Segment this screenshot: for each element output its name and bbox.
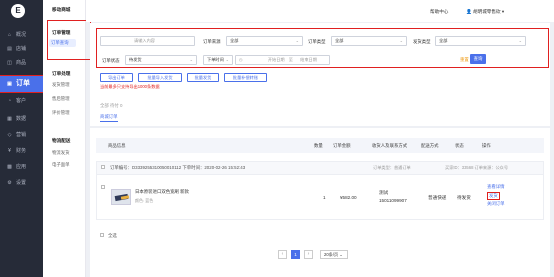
orders-table: 商品信息 数量 订单金额 收货人及联系方式 配送方式 状态 操作 订单编号：D3… [90,128,550,277]
sidebar-item-finance[interactable]: ¥ 财务 [0,144,43,158]
tab-mall-orders[interactable]: 商城订单 [100,114,118,122]
highlight-subnav [47,20,91,60]
main-sidebar: E ⌂ 概况 ▤ 店铺 ◫ 商品 ▣ 订单 ◔ 客户 ▦ 数据 ◇ 营销 ¥ 财务 ▩ 应用 ⚙ 设… [0,0,44,277]
highlight-filter [96,28,549,68]
order-icon: ▣ [7,81,12,87]
order-type: 订单类型：普通订单 [373,165,411,170]
bulk-ship-button[interactable]: 批量发货 [187,73,219,82]
ship-link[interactable]: 发货 [487,192,500,200]
select-all-label: 全选 [108,233,117,238]
col-receiver: 收货人及联系方式 [372,143,408,148]
col-product: 商品信息 [108,143,126,148]
row-checkbox[interactable] [101,185,105,189]
batch-settle-button[interactable]: 批量补偿转账 [224,73,267,82]
sidebar-item-settings[interactable]: ⚙ 设置 [0,176,43,190]
apps-icon: ▩ [7,164,12,170]
user-icon: 👤 [466,9,472,14]
view-detail-link[interactable]: 查看详情 [487,184,505,190]
export-limit-note: 当前最多只支持导出1000条数据 [100,84,160,89]
col-amount: 订单金额 [333,143,351,148]
user-icon: ◔ [7,98,12,104]
sidebar-item-customers[interactable]: ◔ 客户 [0,94,43,108]
order-header-row: 订单编号：D3339255310050010112 下单时间：2020-02-2… [96,161,544,175]
amount-value: ¥582.00 [340,195,357,200]
subnav-item-review[interactable]: 评价管理 [52,110,70,116]
receiver-phone: 15011099907 [379,198,407,203]
top-bar: 帮助中心 👤 胡明城零售砍 ▾ [86,0,554,22]
gear-icon: ⚙ [7,180,12,186]
user-menu[interactable]: 👤 胡明城零售砍 ▾ [466,9,504,15]
page-1-button[interactable]: 1 [291,250,300,259]
order-status: 待发货 [457,195,471,200]
select-all-checkbox[interactable] [100,233,104,237]
store-icon: ▤ [7,46,12,52]
chevron-down-icon: ⌄ [339,252,343,257]
app-logo[interactable]: E [11,4,25,18]
qty-value: 1 [323,195,326,200]
chevron-down-icon: ▾ [501,9,505,14]
sidebar-item-store[interactable]: ▤ 店铺 [0,42,43,56]
product-spec: 颜色: 蓝色 [135,198,154,203]
home-icon: ⌂ [7,32,12,38]
chart-icon: ▦ [7,116,12,122]
export-orders-button[interactable]: 导出订单 [100,73,133,82]
page-size-select[interactable]: 20条/页 ⌄ [320,250,348,259]
order-checkbox[interactable] [101,165,105,169]
close-order-link[interactable]: 关闭订单 [487,201,505,207]
order-category-tabs[interactable]: 全部 待付 0 [100,103,122,109]
col-qty: 数量 [314,143,323,148]
sidebar-item-data[interactable]: ▦ 数据 [0,112,43,126]
store-title: 移动商城 [52,7,71,12]
goods-icon: ◫ [7,60,12,66]
prev-page-button[interactable]: ‹ [278,250,287,259]
buyer-source: 买家ID：33568 订单来源：公众号 [445,165,509,170]
sidebar-item-orders[interactable]: ▣ 订单 [0,75,44,93]
col-status: 状态 [455,143,464,148]
finance-icon: ¥ [8,148,11,154]
sidebar-item-apps[interactable]: ▩ 应用 [0,160,43,174]
subnav-item-logistics-ship[interactable]: 物流发货 [52,150,70,156]
chevron-left-icon: ‹ [281,251,284,257]
shipping-method: 普通快递 [428,195,447,200]
col-actions: 操作 [482,143,491,148]
sidebar-item-goods[interactable]: ◫ 商品 [0,56,43,70]
col-shipping: 配送方式 [421,143,439,148]
sidebar-item-marketing[interactable]: ◇ 营销 [0,128,43,142]
next-page-button[interactable]: › [304,250,313,259]
table-row: 日本原装进口双色宽刷 新款 颜色: 蓝色 1 ¥582.00 测试 150110… [96,175,544,220]
product-name[interactable]: 日本原装进口双色宽刷 新款 [135,189,189,195]
product-thumbnail[interactable] [111,189,131,205]
batch-import-ship-button[interactable]: 批量导入发货 [138,73,182,82]
subnav-item-ship-manage[interactable]: 发货管理 [52,82,70,88]
subnav-item-aftersale[interactable]: 售后管理 [52,96,70,102]
help-link[interactable]: 帮助中心 [430,9,448,15]
order-number-time: 订单编号：D3339255310050010112 下单时间：2020-02-2… [110,165,246,170]
chevron-right-icon: › [307,251,310,257]
subnav-item-e-waybill[interactable]: 电子面单 [52,162,70,168]
subnav-group-logistics: 物流配送 [52,138,71,143]
marketing-icon: ◇ [7,132,12,138]
sidebar-item-overview[interactable]: ⌂ 概况 [0,28,43,42]
subnav-group-order-process: 订单处理 [52,71,71,76]
receiver-name: 测试 [379,190,389,195]
